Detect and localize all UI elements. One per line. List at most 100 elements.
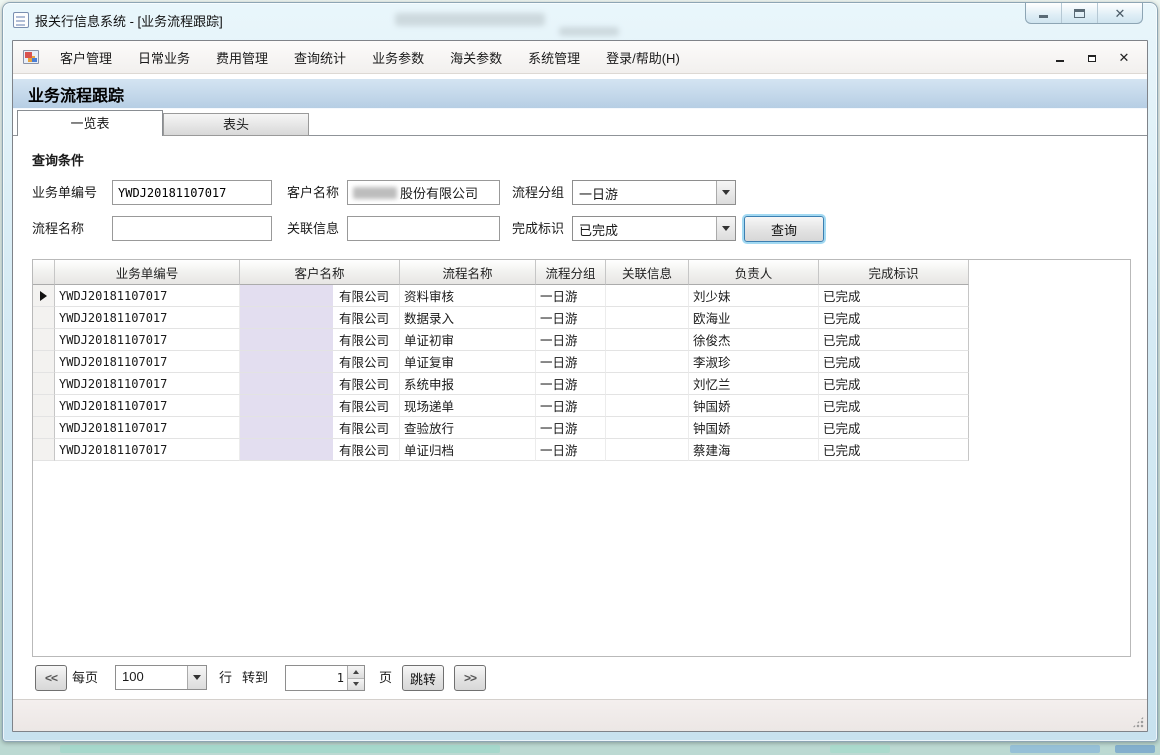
cell-process[interactable]: 查验放行 (400, 417, 536, 439)
menu-item-0[interactable]: 客户管理 (47, 43, 125, 72)
close-button[interactable]: ✕ (1098, 3, 1142, 23)
per-page-dropdown-button[interactable] (187, 666, 206, 689)
cell-process[interactable]: 数据录入 (400, 307, 536, 329)
order-no-input[interactable] (112, 180, 272, 205)
column-header-3[interactable]: 流程分组 (536, 260, 606, 285)
per-page-combobox[interactable]: 100 (115, 665, 207, 690)
cell-status[interactable]: 已完成 (819, 373, 969, 395)
column-header-0[interactable]: 业务单编号 (55, 260, 240, 285)
column-header-6[interactable]: 完成标识 (819, 260, 969, 285)
cell-order_no[interactable]: YWDJ20181107017 (55, 285, 240, 307)
cell-related[interactable] (606, 439, 689, 461)
group-combobox[interactable]: 一日游 (572, 180, 736, 205)
cell-related[interactable] (606, 285, 689, 307)
table-row[interactable]: YWDJ20181107017有限公司单证初审一日游徐俊杰已完成 (33, 329, 1130, 351)
cell-group[interactable]: 一日游 (536, 373, 606, 395)
cell-group[interactable]: 一日游 (536, 285, 606, 307)
cell-owner[interactable]: 钟国娇 (689, 395, 819, 417)
cell-group[interactable]: 一日游 (536, 439, 606, 461)
group-dropdown-button[interactable] (716, 181, 735, 204)
cell-owner[interactable]: 蔡建海 (689, 439, 819, 461)
menu-item-3[interactable]: 查询统计 (281, 43, 359, 72)
table-row[interactable]: YWDJ20181107017有限公司单证归档一日游 蔡建海已完成 (33, 439, 1130, 461)
table-row[interactable]: YWDJ20181107017有限公司资料审核一日游刘少妹已完成 (33, 285, 1130, 307)
search-button[interactable]: 查询 (744, 216, 824, 242)
row-selector[interactable] (33, 351, 55, 373)
cell-customer[interactable]: 有限公司 (240, 439, 400, 461)
cell-order_no[interactable]: YWDJ20181107017 (55, 329, 240, 351)
menu-item-2[interactable]: 费用管理 (203, 43, 281, 72)
cell-order_no[interactable]: YWDJ20181107017 (55, 351, 240, 373)
resize-grip[interactable] (1132, 716, 1144, 728)
column-header-2[interactable]: 流程名称 (400, 260, 536, 285)
cell-process[interactable]: 资料审核 (400, 285, 536, 307)
table-row[interactable]: YWDJ20181107017有限公司现场递单一日游 钟国娇已完成 (33, 395, 1130, 417)
cell-order_no[interactable]: YWDJ20181107017 (55, 417, 240, 439)
row-selector[interactable] (33, 417, 55, 439)
cell-status[interactable]: 已完成 (819, 307, 969, 329)
cell-status[interactable]: 已完成 (819, 417, 969, 439)
cell-status[interactable]: 已完成 (819, 439, 969, 461)
cell-group[interactable]: 一日游 (536, 329, 606, 351)
row-selector[interactable] (33, 373, 55, 395)
mdi-restore-button[interactable] (1085, 50, 1099, 64)
cell-status[interactable]: 已完成 (819, 329, 969, 351)
jump-button[interactable]: 跳转 (402, 665, 444, 691)
cell-owner[interactable]: 欧海业 (689, 307, 819, 329)
cell-process[interactable]: 单证归档 (400, 439, 536, 461)
table-row[interactable]: YWDJ20181107017有限公司单证复审一日游李淑珍已完成 (33, 351, 1130, 373)
cell-group[interactable]: 一日游 (536, 307, 606, 329)
next-page-button[interactable]: >> (454, 665, 486, 691)
mdi-minimize-button[interactable] (1053, 50, 1067, 64)
menu-item-1[interactable]: 日常业务 (125, 43, 203, 72)
cell-process[interactable]: 现场递单 (400, 395, 536, 417)
status-dropdown-button[interactable] (716, 217, 735, 240)
cell-related[interactable] (606, 395, 689, 417)
cell-related[interactable] (606, 307, 689, 329)
menu-item-5[interactable]: 海关参数 (437, 43, 515, 72)
cell-process[interactable]: 单证复审 (400, 351, 536, 373)
column-header-4[interactable]: 关联信息 (606, 260, 689, 285)
spin-down-button[interactable] (348, 679, 364, 691)
cell-status[interactable]: 已完成 (819, 395, 969, 417)
cell-customer[interactable]: 有限公司 (240, 351, 400, 373)
row-selector[interactable] (33, 395, 55, 417)
menu-item-6[interactable]: 系统管理 (515, 43, 593, 72)
row-selector[interactable] (33, 439, 55, 461)
row-selector[interactable] (33, 307, 55, 329)
cell-order_no[interactable]: YWDJ20181107017 (55, 307, 240, 329)
cell-order_no[interactable]: YWDJ20181107017 (55, 439, 240, 461)
table-row[interactable]: YWDJ20181107017有限公司系统申报一日游刘忆兰已完成 (33, 373, 1130, 395)
cell-owner[interactable]: 刘少妹 (689, 285, 819, 307)
menu-item-7[interactable]: 登录/帮助(H) (593, 43, 693, 72)
maximize-button[interactable] (1062, 3, 1098, 23)
cell-group[interactable]: 一日游 (536, 351, 606, 373)
column-header-5[interactable]: 负责人 (689, 260, 819, 285)
page-number-stepper[interactable]: 1 (285, 665, 365, 691)
tab-1[interactable]: 表头 (163, 113, 309, 136)
cell-group[interactable]: 一日游 (536, 395, 606, 417)
cell-customer[interactable]: 有限公司 (240, 373, 400, 395)
cell-related[interactable] (606, 417, 689, 439)
menu-item-4[interactable]: 业务参数 (359, 43, 437, 72)
cell-customer[interactable]: 有限公司 (240, 307, 400, 329)
cell-customer[interactable]: 有限公司 (240, 417, 400, 439)
minimize-button[interactable] (1026, 3, 1062, 23)
cell-owner[interactable]: 刘忆兰 (689, 373, 819, 395)
cell-owner[interactable]: 徐俊杰 (689, 329, 819, 351)
cell-status[interactable]: 已完成 (819, 351, 969, 373)
cell-group[interactable]: 一日游 (536, 417, 606, 439)
cell-related[interactable] (606, 351, 689, 373)
status-combobox[interactable]: 已完成 (572, 216, 736, 241)
spin-up-button[interactable] (348, 666, 364, 679)
cell-owner[interactable]: 钟国娇 (689, 417, 819, 439)
cell-related[interactable] (606, 373, 689, 395)
row-selector[interactable] (33, 285, 55, 307)
cell-order_no[interactable]: YWDJ20181107017 (55, 373, 240, 395)
cell-customer[interactable]: 有限公司 (240, 285, 400, 307)
cell-order_no[interactable]: YWDJ20181107017 (55, 395, 240, 417)
cell-process[interactable]: 单证初审 (400, 329, 536, 351)
table-row[interactable]: YWDJ20181107017有限公司数据录入一日游 欧海业已完成 (33, 307, 1130, 329)
cell-customer[interactable]: 有限公司 (240, 395, 400, 417)
customer-input[interactable]: 股份有限公司 (347, 180, 500, 205)
